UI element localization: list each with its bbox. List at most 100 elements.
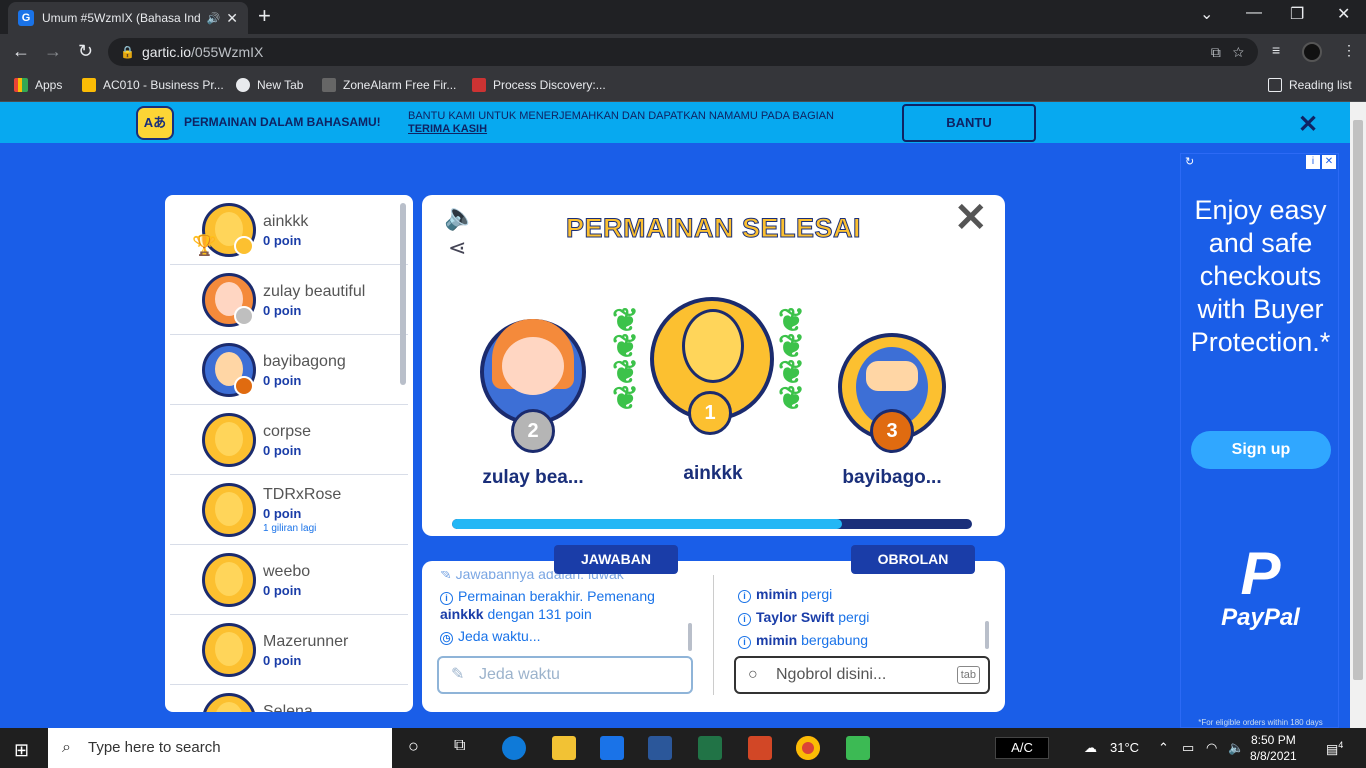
omnibox[interactable]: 🔒 gartic.io/055WzmIX ⧉ ☆ [108, 38, 1258, 66]
tray-chevron-icon[interactable]: ⌃ [1158, 740, 1169, 756]
bookmark-new-tab[interactable]: New Tab [236, 78, 303, 92]
paypal-ad[interactable]: ↻ i ✕ Enjoy easy and safe checkouts with… [1180, 153, 1339, 728]
tab-search-icon[interactable]: ⌄ [1200, 4, 1213, 24]
browser-tab-bar: G Umum #5WzmIX (Bahasa Ind 🔊 ✕ + ⌄ — ❐ ✕ [0, 0, 1366, 34]
chat-action: pergi [838, 609, 870, 625]
word-icon[interactable] [648, 736, 672, 760]
powerpoint-icon[interactable] [748, 736, 772, 760]
gartic-favicon-icon: G [18, 10, 34, 26]
players-scrollbar[interactable] [400, 203, 406, 385]
medal-rank: 3 [886, 420, 898, 442]
android-icon[interactable] [846, 736, 870, 760]
help-button[interactable]: BANTU [902, 104, 1036, 142]
player-row[interactable]: TDRxRose 0 poin 1 giliran lagi [170, 475, 408, 545]
page-scrollbar[interactable] [1350, 102, 1366, 728]
menu-icon[interactable]: ⋮ [1342, 42, 1356, 59]
system-clock[interactable]: 8:50 PM 8/8/2021 [1250, 732, 1297, 764]
laurel-right-icon: ❦ ❦ ❦ ❦ [778, 302, 805, 416]
cortana-icon[interactable]: ○ [408, 736, 419, 757]
player-row[interactable]: bayibagong 0 poin [170, 335, 408, 405]
notification-count: 4 [1338, 740, 1344, 750]
pencil-icon: ✎ [451, 666, 465, 683]
game-end-msg-2: ainkkk dengan 131 poin [440, 605, 700, 623]
thanks-link[interactable]: TERIMA KASIH [408, 123, 487, 135]
player-row[interactable]: corpse 0 poin [170, 405, 408, 475]
ad-choice-icon[interactable]: ↻ [1185, 155, 1194, 168]
ad-info-icon[interactable]: i [1306, 155, 1320, 169]
file-explorer-icon[interactable] [552, 736, 576, 760]
bookmark-star-icon[interactable]: ⧉ ☆ [1211, 38, 1244, 66]
player-name: TDRxRose [263, 486, 342, 503]
player-row[interactable]: 🏆 ainkkk 0 poin [170, 195, 408, 265]
scrollbar-thumb[interactable] [1353, 120, 1363, 680]
paypal-logo: P PayPal [1181, 544, 1340, 632]
apps-grid-icon [14, 78, 28, 92]
bronze-rank-icon [234, 376, 254, 396]
tab-answers[interactable]: JAWABAN [554, 545, 678, 574]
banner-close-icon[interactable]: ✕ [1298, 110, 1318, 139]
trophy-icon: 🏆 [192, 235, 217, 257]
windows-start-icon[interactable]: ⊞ [14, 740, 29, 761]
player-name: Selena [263, 703, 313, 712]
tab-chat[interactable]: OBROLAN [851, 545, 975, 574]
chat-user: mimin [756, 586, 798, 602]
clock-time: 8:50 PM [1251, 733, 1296, 747]
edge-icon[interactable] [502, 736, 526, 760]
back-icon[interactable]: ← [12, 41, 30, 62]
clock-icon: ◷ [440, 632, 453, 645]
winner-name: ainkkk [440, 606, 484, 622]
chat-placeholder: Ngobrol disini... [776, 666, 887, 683]
weather-temp[interactable]: 31°C [1110, 740, 1139, 755]
reading-list-icon [1268, 78, 1282, 92]
answers-scrollbar[interactable] [688, 623, 692, 651]
bookmark-ac010[interactable]: AC010 - Business Pr... [82, 78, 224, 92]
ad-signup-button[interactable]: Sign up [1191, 431, 1331, 469]
player-avatar [202, 693, 256, 712]
ac-indicator[interactable]: A/C [995, 737, 1049, 759]
bookmarks-bar: Apps AC010 - Business Pr... New Tab Zone… [0, 70, 1366, 102]
player-row[interactable]: Selena [170, 685, 408, 712]
player-turns-left: 1 giliran lagi [263, 523, 317, 534]
profile-avatar[interactable] [1302, 42, 1322, 62]
mail-icon[interactable] [600, 736, 624, 760]
chat-scrollbar[interactable] [985, 621, 989, 649]
weather-icon[interactable]: ☁ [1084, 740, 1097, 756]
reload-icon[interactable]: ↻ [78, 41, 93, 62]
chat-input[interactable]: ○ Ngobrol disini... tab [734, 656, 990, 694]
notification-icon[interactable]: ▤4 [1326, 740, 1343, 757]
banner-heading: PERMAINAN DALAM BAHASAMU! [184, 115, 381, 129]
bookmark-process-discovery[interactable]: Process Discovery:... [472, 78, 606, 92]
browser-tab[interactable]: G Umum #5WzmIX (Bahasa Ind 🔊 ✕ [8, 2, 248, 34]
window-close-icon[interactable]: ✕ [1337, 4, 1350, 24]
new-tab-icon[interactable]: + [258, 5, 271, 27]
battery-icon[interactable]: ▭ [1182, 740, 1194, 756]
next-round-progress [452, 519, 972, 529]
lock-icon[interactable]: 🔒 [120, 38, 135, 66]
chrome-icon[interactable] [796, 736, 820, 760]
volume-icon[interactable]: 🔈 [1228, 740, 1244, 756]
bookmark-zonealarm[interactable]: ZoneAlarm Free Fir... [322, 78, 456, 92]
wifi-icon[interactable]: ◠ [1206, 740, 1217, 756]
laurel-left-icon: ❦ ❦ ❦ ❦ [612, 302, 639, 416]
tab-close-icon[interactable]: ✕ [226, 10, 238, 27]
chat-action: bergabung [801, 632, 869, 648]
restore-icon[interactable]: ❐ [1290, 4, 1304, 24]
media-control-icon[interactable]: ≡ [1272, 42, 1280, 58]
player-row[interactable]: Mazerunner 0 poin [170, 615, 408, 685]
answer-input[interactable]: ✎ Jeda waktu [437, 656, 693, 694]
excel-icon[interactable] [698, 736, 722, 760]
ad-close-icon[interactable]: ✕ [1322, 155, 1336, 169]
reading-list[interactable]: Reading list [1268, 78, 1352, 92]
player-row[interactable]: zulay beautiful 0 poin [170, 265, 408, 335]
answers-log: ✎ Jawabannya adalah: luwak i Permainan be… [440, 571, 700, 651]
tab-audio-icon[interactable]: 🔊 [207, 12, 221, 25]
task-view-icon[interactable]: ⧉ [454, 737, 465, 755]
forward-icon[interactable]: → [44, 41, 62, 62]
taskbar-search[interactable]: ⌕ Type here to search [48, 728, 392, 768]
first-place-name: ainkkk [683, 463, 743, 484]
minimize-icon[interactable]: — [1246, 4, 1262, 22]
player-row[interactable]: weebo 0 poin [170, 545, 408, 615]
bookmark-apps[interactable]: Apps [14, 78, 62, 92]
player-points: 0 poin [263, 373, 302, 388]
process-discovery-icon [472, 78, 486, 92]
